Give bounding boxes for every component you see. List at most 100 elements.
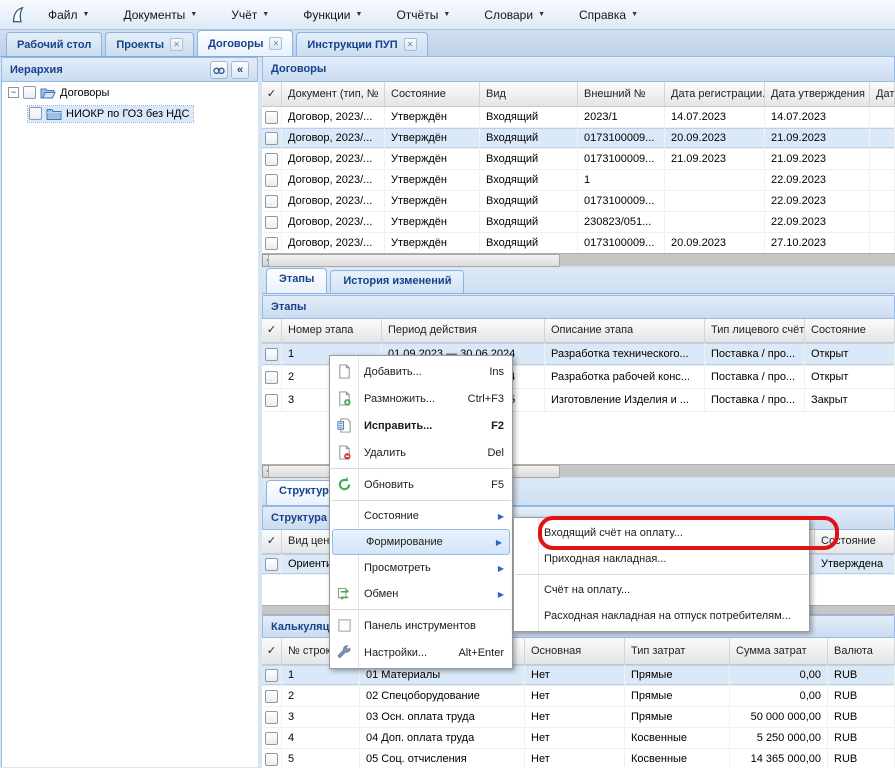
node-checkbox[interactable] bbox=[29, 107, 42, 120]
menubar-item-functions[interactable]: Функции▼ bbox=[293, 4, 372, 26]
row-checkbox[interactable] bbox=[265, 371, 278, 384]
submenu-item[interactable]: Приходная накладная... bbox=[514, 546, 809, 572]
table-row[interactable]: Договор, 2023/...УтверждёнВходящий230823… bbox=[262, 212, 895, 233]
menubar-item-file[interactable]: Файл▼ bbox=[38, 4, 99, 26]
menu-separator bbox=[515, 574, 808, 575]
select-all-column-header[interactable]: ✓ bbox=[262, 530, 282, 553]
main-tab-pup-instructions[interactable]: Инструкции ПУП✕ bbox=[296, 32, 427, 56]
table-cell: 21.09.2023 bbox=[765, 149, 870, 170]
column-header[interactable]: Тип затрат bbox=[625, 638, 730, 664]
column-header[interactable]: Валюта bbox=[828, 638, 895, 664]
column-header[interactable]: Описание этапа bbox=[545, 319, 705, 342]
column-header[interactable]: Дата регистрации. bbox=[665, 82, 765, 106]
tree-node[interactable]: НИОКР по ГОЗ без НДС bbox=[2, 103, 258, 124]
select-all-column-header[interactable]: ✓ bbox=[262, 319, 282, 342]
menu-item[interactable]: Размножить...Ctrl+F3 bbox=[330, 385, 512, 412]
main-tab-desktop[interactable]: Рабочий стол bbox=[6, 32, 102, 56]
row-checkbox-cell bbox=[262, 366, 282, 389]
column-header[interactable]: Документ (тип, № bbox=[282, 82, 385, 106]
table-row[interactable]: 303 Осн. оплата трудаНетПрямые50 000 000… bbox=[262, 707, 895, 728]
table-row[interactable]: 404 Доп. оплата трудаНетКосвенные5 250 0… bbox=[262, 728, 895, 749]
menubar-item-accounting[interactable]: Учёт▼ bbox=[221, 4, 279, 26]
menubar-item-dictionaries[interactable]: Словари▼ bbox=[474, 4, 555, 26]
column-header[interactable]: Основная bbox=[525, 638, 625, 664]
column-header[interactable]: Тип лицевого счёт bbox=[705, 319, 805, 342]
row-checkbox[interactable] bbox=[265, 132, 278, 145]
node-checkbox[interactable] bbox=[23, 86, 36, 99]
expander-icon[interactable]: − bbox=[8, 87, 19, 98]
menubar-item-documents[interactable]: Документы▼ bbox=[113, 4, 207, 26]
table-row[interactable]: Договор, 2023/...УтверждёнВходящий122.09… bbox=[262, 170, 895, 191]
column-header[interactable]: Сумма затрат bbox=[730, 638, 828, 664]
select-all-column-header[interactable]: ✓ bbox=[262, 638, 282, 664]
table-cell: Открыт bbox=[805, 343, 895, 366]
main-tab-projects[interactable]: Проекты✕ bbox=[105, 32, 194, 56]
submenu-item[interactable]: Счёт на оплату... bbox=[514, 577, 809, 603]
menu-item[interactable]: Состояние▶ bbox=[330, 503, 512, 529]
row-checkbox[interactable] bbox=[265, 216, 278, 229]
column-header[interactable]: Дата утверждения bbox=[765, 82, 870, 106]
column-header[interactable]: Вид bbox=[480, 82, 578, 106]
close-icon[interactable]: ✕ bbox=[170, 38, 183, 51]
column-header[interactable]: Номер этапа bbox=[282, 319, 382, 342]
column-header[interactable]: Состояние bbox=[815, 530, 895, 553]
menu-item[interactable]: Обмен▶ bbox=[330, 581, 512, 607]
row-checkbox[interactable] bbox=[265, 558, 278, 571]
tree-node-inner[interactable]: НИОКР по ГОЗ без НДС bbox=[28, 106, 193, 122]
row-checkbox[interactable] bbox=[265, 732, 278, 745]
menu-item[interactable]: Исправить...F2 bbox=[330, 412, 512, 439]
row-checkbox[interactable] bbox=[265, 153, 278, 166]
table-row[interactable]: 202 СпецоборудованиеНетПрямые0,00RUB bbox=[262, 686, 895, 707]
menubar-item-reports[interactable]: Отчёты▼ bbox=[386, 4, 460, 26]
select-all-column-header[interactable]: ✓ bbox=[262, 82, 282, 106]
row-checkbox[interactable] bbox=[265, 753, 278, 766]
row-checkbox[interactable] bbox=[265, 237, 278, 250]
close-icon[interactable]: ✕ bbox=[404, 38, 417, 51]
row-checkbox[interactable] bbox=[265, 195, 278, 208]
column-header[interactable]: Дата bbox=[870, 82, 895, 106]
row-checkbox[interactable] bbox=[265, 669, 278, 682]
search-icon[interactable] bbox=[210, 61, 228, 79]
scrollbar-thumb[interactable] bbox=[268, 254, 560, 267]
row-checkbox[interactable] bbox=[265, 690, 278, 703]
column-header[interactable]: Внешний № bbox=[578, 82, 665, 106]
close-icon[interactable]: ✕ bbox=[269, 37, 282, 50]
contracts-grid: ✓Документ (тип, №СостояниеВидВнешний №Да… bbox=[262, 82, 895, 253]
menu-item[interactable]: Формирование▶ bbox=[332, 529, 510, 555]
context-menu-items: Добавить...InsРазмножить...Ctrl+F3Исправ… bbox=[330, 356, 512, 668]
submenu-item[interactable]: Входящий счёт на оплату... bbox=[514, 520, 809, 546]
table-row[interactable]: Договор, 2023/...УтверждёнВходящий017310… bbox=[262, 149, 895, 170]
main-tab-contracts[interactable]: Договоры✕ bbox=[197, 30, 293, 56]
table-row[interactable]: Договор, 2023/...УтверждёнВходящий017310… bbox=[262, 191, 895, 212]
table-row[interactable]: Договор, 2023/...УтверждёнВходящий017310… bbox=[262, 128, 895, 149]
contracts-hscrollbar[interactable]: ◄ bbox=[262, 253, 895, 266]
tab-stages[interactable]: Этапы bbox=[266, 268, 327, 293]
menu-item-label: Панель инструментов bbox=[358, 620, 504, 632]
row-checkbox[interactable] bbox=[265, 711, 278, 724]
column-header[interactable]: Период действия bbox=[382, 319, 545, 342]
table-row[interactable]: Договор, 2023/...УтверждёнВходящий017310… bbox=[262, 233, 895, 253]
menu-item[interactable]: Добавить...Ins bbox=[330, 358, 512, 385]
tab-change-history[interactable]: История изменений bbox=[330, 270, 464, 293]
table-row[interactable]: 505 Соц. отчисленияНетКосвенные14 365 00… bbox=[262, 749, 895, 768]
menu-item[interactable]: Просмотреть▶ bbox=[330, 555, 512, 581]
main-tabbar: Рабочий столПроекты✕Договоры✕Инструкции … bbox=[0, 30, 895, 57]
row-checkbox[interactable] bbox=[265, 394, 278, 407]
tree-node[interactable]: −Договоры bbox=[2, 82, 258, 103]
submenu-item[interactable]: Расходная накладная на отпуск потребител… bbox=[514, 603, 809, 629]
menu-item[interactable]: Настройки...Alt+Enter bbox=[330, 639, 512, 666]
menu-item[interactable]: ОбновитьF5 bbox=[330, 471, 512, 498]
row-checkbox[interactable] bbox=[265, 348, 278, 361]
collapse-sidebar-button[interactable]: « bbox=[231, 61, 249, 79]
column-header[interactable]: Состояние bbox=[805, 319, 895, 342]
menu-item[interactable]: Панель инструментов bbox=[330, 612, 512, 639]
row-checkbox[interactable] bbox=[265, 174, 278, 187]
row-checkbox-cell bbox=[262, 749, 282, 768]
column-header[interactable]: Состояние bbox=[385, 82, 480, 106]
row-checkbox[interactable] bbox=[265, 111, 278, 124]
table-row[interactable]: Договор, 2023/...УтверждёнВходящий2023/1… bbox=[262, 107, 895, 128]
menu-item[interactable]: УдалитьDel bbox=[330, 439, 512, 466]
chevron-down-icon: ▼ bbox=[356, 11, 363, 18]
menu-item-label: Обновить bbox=[358, 479, 477, 491]
menubar-item-help[interactable]: Справка▼ bbox=[569, 4, 648, 26]
